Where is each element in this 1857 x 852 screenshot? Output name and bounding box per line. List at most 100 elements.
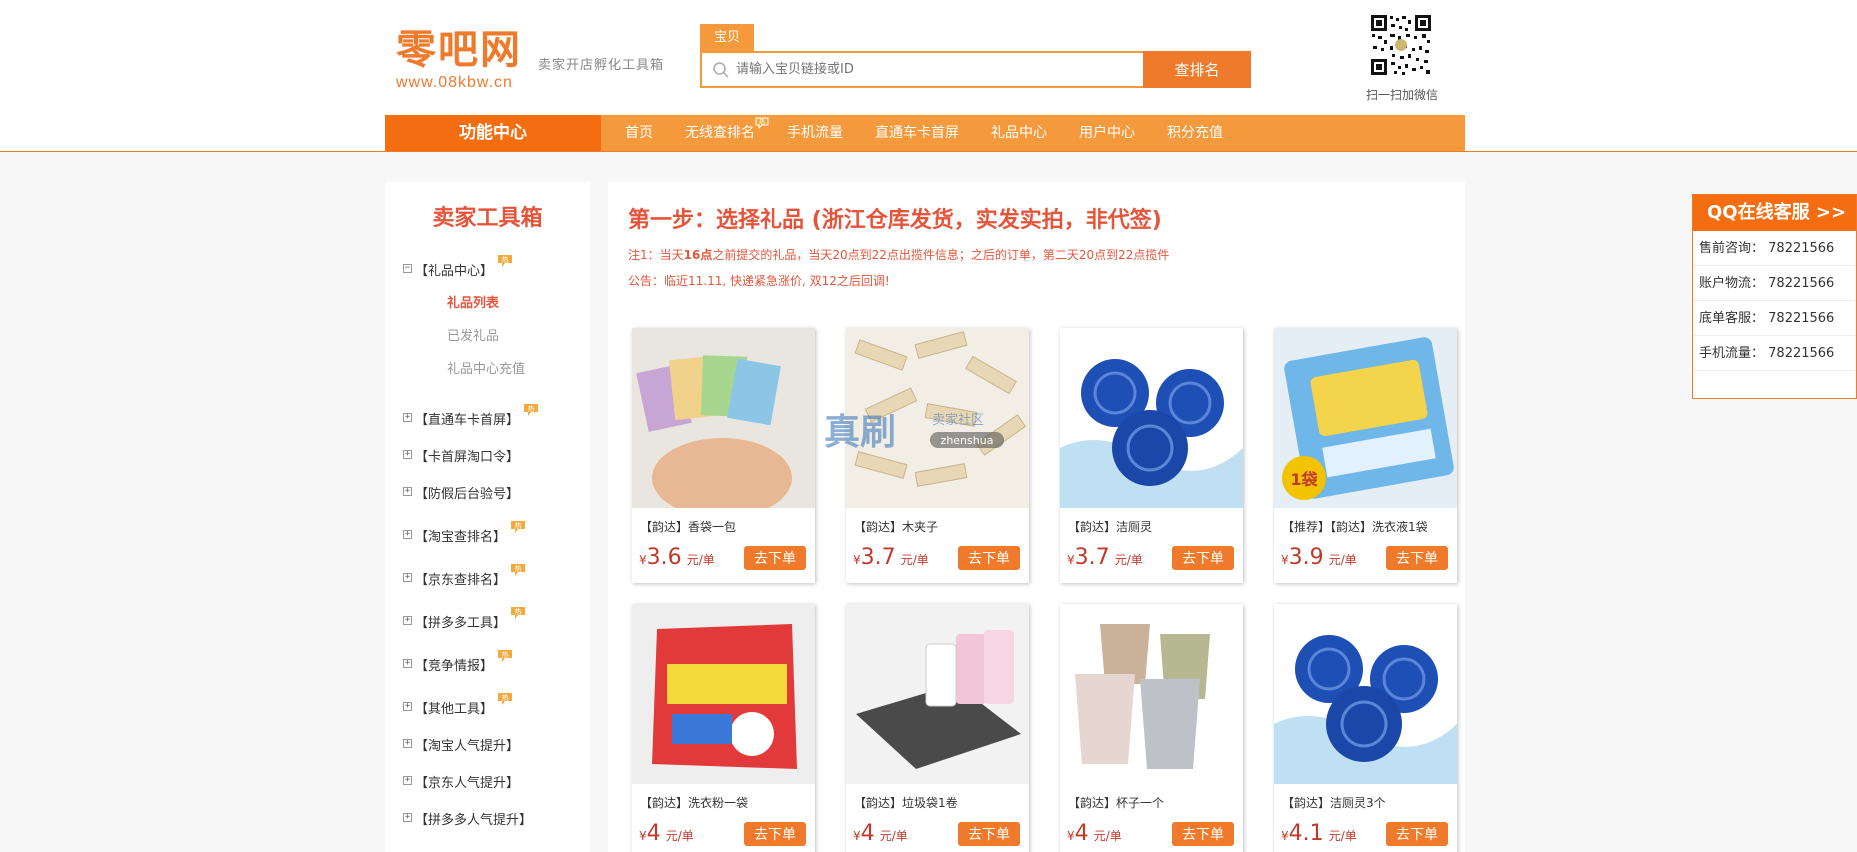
sidebar-item-label: 【礼品中心】热 [415, 255, 513, 279]
tree-toggle-icon[interactable]: + [403, 813, 412, 822]
qr-caption: 扫一扫加微信 [1366, 88, 1439, 102]
price-value: 4 [1074, 821, 1089, 846]
hot-badge-icon: 热 [498, 255, 513, 267]
search-tab-item[interactable]: 宝贝 [700, 24, 755, 51]
tree-toggle-icon[interactable]: + [403, 776, 412, 785]
svg-text:热: 热 [515, 564, 522, 573]
product-image [1060, 328, 1243, 508]
logo-text: 零吧网 [396, 26, 522, 73]
tree-toggle-icon[interactable]: + [403, 450, 412, 459]
product-name: 【韵达】香袋一包 [640, 520, 737, 534]
order-button[interactable]: 去下单 [744, 822, 806, 846]
sidebar-item-label: 【京东查排名】热 [415, 564, 526, 588]
nav-item-user-center[interactable]: 用户中心 [1079, 115, 1135, 151]
product-image [632, 328, 815, 508]
hot-badge-icon: 热 [498, 650, 513, 662]
product-name: 【韵达】木夹子 [854, 520, 939, 534]
tree-toggle-icon[interactable]: + [403, 616, 412, 625]
product-card[interactable]: 【韵达】木夹子 ¥3.7 元/单 去下单 [846, 328, 1029, 583]
tree-toggle-icon[interactable]: + [403, 487, 412, 496]
hot-badge-icon: 热 [511, 521, 526, 533]
product-price: ¥3.7 元/单 [853, 545, 929, 570]
product-card[interactable]: 【韵达】洁厕灵3个 ¥4.1 元/单 去下单 [1274, 604, 1457, 852]
price-unit: 元/单 [879, 829, 908, 843]
price-unit: 元/单 [686, 553, 715, 567]
product-price: ¥4 元/单 [853, 821, 908, 846]
hot-badge-icon: 热 [755, 117, 769, 129]
product-card[interactable]: 【韵达】垃圾袋1卷 ¥4 元/单 去下单 [846, 604, 1029, 852]
price-value: 3.9 [1288, 545, 1324, 570]
tree-toggle-icon[interactable]: + [403, 413, 412, 422]
product-image [846, 328, 1029, 508]
tree-toggle-icon[interactable]: + [403, 659, 412, 668]
tree-toggle-icon[interactable]: + [403, 530, 412, 539]
order-button[interactable]: 去下单 [1386, 546, 1448, 570]
sidebar-item-text: 【拼多多工具】 [415, 616, 507, 631]
order-button[interactable]: 去下单 [744, 546, 806, 570]
logo-url: www.08kbw.cn [396, 74, 513, 91]
product-image [1060, 604, 1243, 784]
sidebar-item-label: 【直通车卡首屏】热 [415, 404, 539, 428]
qq-row-number: 78221566 [1768, 276, 1835, 291]
nav-menu: 首页 无线查排名 热 手机流量 直通车卡首屏 礼品中心 用户中心 积分充值 [625, 115, 1255, 151]
svg-text:热: 热 [502, 693, 509, 702]
product-price: ¥4.1 元/单 [1281, 821, 1357, 846]
order-button[interactable]: 去下单 [1172, 546, 1234, 570]
product-name: 【韵达】洁厕灵3个 [1282, 796, 1386, 810]
order-button[interactable]: 去下单 [958, 546, 1020, 570]
qq-row-number: 78221566 [1768, 346, 1835, 361]
currency-symbol: ¥ [1067, 829, 1075, 843]
nav-item-points-recharge[interactable]: 积分充值 [1167, 115, 1223, 151]
product-card[interactable]: 【韵达】洗衣粉一袋 ¥4 元/单 去下单 [632, 604, 815, 852]
product-name: 【韵达】洁厕灵 [1068, 520, 1153, 534]
search-input[interactable] [736, 53, 1136, 86]
sidebar-subitem-gift-list[interactable]: 礼品列表 [447, 292, 499, 311]
price-value: 4 [646, 821, 661, 846]
price-unit: 元/单 [1328, 829, 1357, 843]
sidebar-item-text: 【直通车卡首屏】 [415, 413, 520, 428]
tree-toggle-icon[interactable]: + [403, 702, 412, 711]
search-rank-button[interactable]: 查排名 [1143, 51, 1251, 88]
tree-toggle-icon[interactable]: − [403, 264, 412, 273]
site-logo[interactable]: 零吧网 www.08kbw.cn [396, 28, 522, 92]
search-icon [713, 62, 729, 78]
price-unit: 元/单 [1114, 553, 1143, 567]
nav-function-center[interactable]: 功能中心 [385, 115, 601, 151]
sidebar-item-label: 【京东人气提升】 [415, 776, 520, 791]
seller-toolbox-sidebar: 卖家工具箱 − 【礼品中心】热 礼品列表 已发礼品 礼品中心充值 + 【直通车卡… [385, 182, 590, 852]
nav-item-wireless-rank[interactable]: 无线查排名 热 [685, 115, 769, 151]
sidebar-item-label: 【拼多多工具】热 [415, 607, 526, 631]
order-button[interactable]: 去下单 [1386, 822, 1448, 846]
currency-symbol: ¥ [853, 829, 861, 843]
nav-item-gift-center[interactable]: 礼品中心 [991, 115, 1047, 151]
product-card[interactable]: 【韵达】洁厕灵 ¥3.7 元/单 去下单 [1060, 328, 1243, 583]
hot-badge-icon: 热 [511, 564, 526, 576]
sidebar-item-text: 【京东查排名】 [415, 573, 507, 588]
qq-row-receipt[interactable]: 底单客服： 78221566 [1693, 301, 1856, 336]
qq-service-title[interactable]: QQ在线客服 >> [1693, 195, 1856, 231]
hot-badge-icon: 热 [511, 607, 526, 619]
sidebar-subitem-sent-gifts[interactable]: 已发礼品 [447, 325, 499, 344]
sidebar-item-text: 【竞争情报】 [415, 659, 494, 674]
site-slogan: 卖家开店孵化工具箱 [538, 58, 665, 73]
product-price: ¥4 元/单 [1067, 821, 1122, 846]
order-button[interactable]: 去下单 [1172, 822, 1234, 846]
tree-toggle-icon[interactable]: + [403, 739, 412, 748]
product-card[interactable]: 【韵达】杯子一个 ¥4 元/单 去下单 [1060, 604, 1243, 852]
order-button[interactable]: 去下单 [958, 822, 1020, 846]
nav-item-mobile-traffic[interactable]: 手机流量 [787, 115, 843, 151]
product-card[interactable]: 1袋 【推荐】【韵达】洗衣液1袋 ¥3.9 元/单 去下单 [1274, 328, 1457, 583]
price-unit: 元/单 [665, 829, 694, 843]
price-value: 4.1 [1288, 821, 1324, 846]
tree-toggle-icon[interactable]: + [403, 573, 412, 582]
qq-row-logistics[interactable]: 账户物流： 78221566 [1693, 266, 1856, 301]
nav-item-ztc-first-screen[interactable]: 直通车卡首屏 [875, 115, 959, 151]
product-price: ¥4 元/单 [639, 821, 694, 846]
qr-code-icon [1370, 14, 1432, 76]
page-title: 第一步：选择礼品 (浙江仓库发货，实发实拍，非代签) [628, 208, 1162, 233]
product-card[interactable]: 【韵达】香袋一包 ¥3.6 元/单 去下单 [632, 328, 815, 583]
qq-row-mobile-traffic[interactable]: 手机流量： 78221566 [1693, 336, 1856, 371]
nav-item-home[interactable]: 首页 [625, 115, 653, 151]
qq-row-presale[interactable]: 售前咨询： 78221566 [1693, 231, 1856, 266]
sidebar-subitem-gift-recharge[interactable]: 礼品中心充值 [447, 358, 525, 377]
